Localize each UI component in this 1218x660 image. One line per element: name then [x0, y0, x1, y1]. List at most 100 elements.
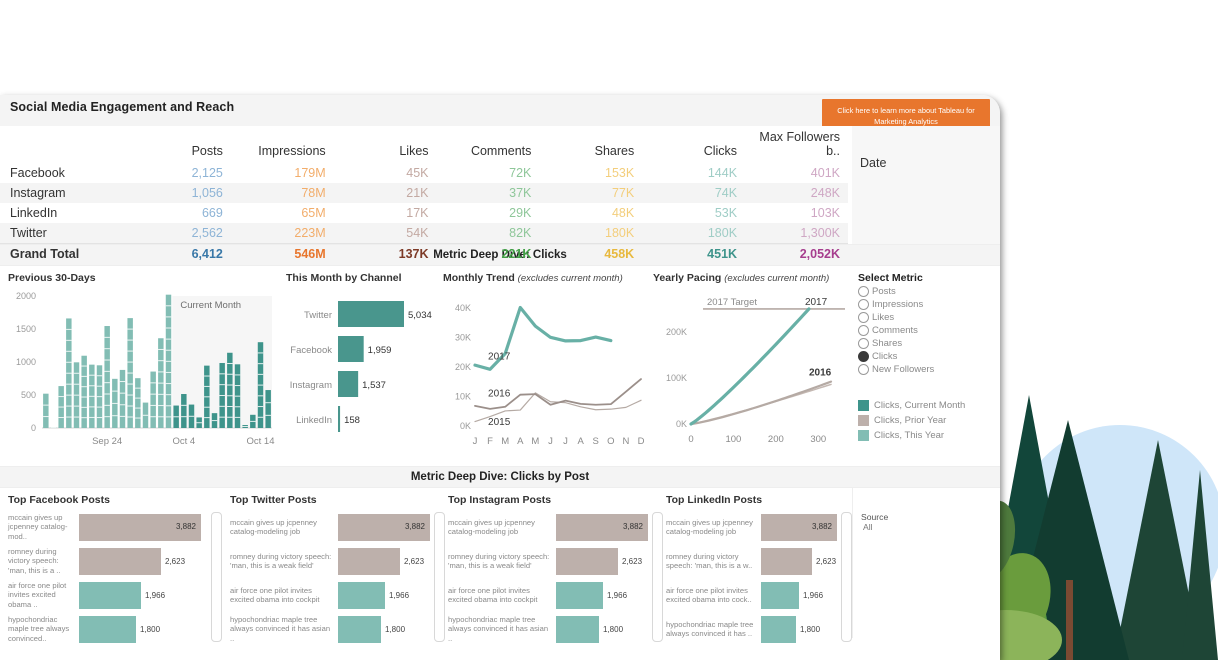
post-row[interactable]: romney during victory speech: 'man, this…	[666, 546, 837, 576]
post-row[interactable]: hypochondriac maple tree always convince…	[448, 614, 648, 644]
col-header-clicks[interactable]: Clicks	[642, 126, 745, 163]
col-header-posts[interactable]: Posts	[128, 126, 231, 163]
post-list-scrollbar[interactable]	[211, 512, 222, 642]
yearly-pacing-chart[interactable]: 0K 100K 200K 2017 Target 2017 2016 0 100 200 300	[653, 288, 853, 458]
post-bar[interactable]: 3,882	[338, 513, 430, 541]
post-text: hypochondriac maple tree always convince…	[230, 614, 331, 643]
post-bar[interactable]	[556, 615, 599, 643]
cell-posts: 1,056	[128, 183, 231, 203]
svg-text:2017: 2017	[805, 297, 828, 308]
post-row[interactable]: mccain gives up jcpenney catalog-modelin…	[448, 512, 648, 542]
legend-color-swatch	[858, 400, 869, 411]
post-row[interactable]: air force one pilot invites excited obam…	[230, 580, 430, 610]
table-row[interactable]: Twitter 2,562 223M 54K 82K 180K 180K 1,3…	[0, 223, 848, 244]
previous-30-days-chart[interactable]: Current Month 0 500 1000 1500 2000 Sep 24 Oct 4…	[8, 288, 276, 458]
source-filter[interactable]: Source All	[852, 488, 1000, 638]
col-header-likes[interactable]: Likes	[334, 126, 437, 163]
table-row[interactable]: LinkedIn 669 65M 17K 29K 48K 53K 103K	[0, 203, 848, 223]
metric-radio-impressions[interactable]: Impressions	[858, 298, 1000, 311]
top-facebook-posts-panel: Top Facebook Posts mccain gives up jcpen…	[0, 488, 222, 643]
post-bar[interactable]	[338, 615, 381, 643]
metric-radio-label: Posts	[872, 286, 896, 297]
legend-label: Clicks, Current Month	[874, 400, 966, 411]
post-row[interactable]: air force one pilot invites excited obam…	[666, 580, 837, 610]
post-bar[interactable]: 3,882	[79, 513, 201, 541]
svg-text:1,959: 1,959	[368, 345, 392, 356]
cell-likes: 137K	[333, 243, 437, 264]
col-header-impressions[interactable]: Impressions	[231, 126, 334, 163]
post-list-scrollbar[interactable]	[841, 512, 852, 642]
post-row[interactable]: romney during victory speech: 'man, this…	[8, 546, 207, 576]
svg-text:5,034: 5,034	[408, 310, 432, 321]
post-row[interactable]: air force one pilot invites excited obam…	[8, 580, 207, 610]
post-row[interactable]: mccain gives up jcpenney catalog-modelin…	[666, 512, 837, 542]
post-row[interactable]: hypochondriac maple tree always convince…	[8, 614, 207, 644]
table-row[interactable]: Instagram 1,056 78M 21K 37K 77K 74K 248K	[0, 183, 848, 203]
cell-impressions: 78M	[230, 183, 334, 203]
post-row[interactable]: mccain gives up jcpenney catalog-modelin…	[230, 512, 430, 542]
post-bar[interactable]	[556, 547, 618, 575]
metric-radio-shares[interactable]: Shares	[858, 337, 1000, 350]
legend-item[interactable]: Clicks, This Year	[858, 428, 1000, 443]
svg-text:40K: 40K	[455, 303, 471, 313]
metric-radio-new-followers[interactable]: New Followers	[858, 363, 1000, 376]
metric-radio-likes[interactable]: Likes	[858, 311, 1000, 324]
metric-radio-clicks[interactable]: Clicks	[858, 350, 1000, 363]
metric-radio-group[interactable]: Posts Impressions Likes Comments Shares Click…	[858, 285, 1000, 376]
legend-item[interactable]: Clicks, Current Month	[858, 398, 1000, 413]
chart-title-yearly-pacing: Yearly Pacing (excludes current month)	[653, 272, 846, 284]
post-row[interactable]: romney during victory speech: 'man, this…	[448, 546, 648, 576]
metric-radio-posts[interactable]: Posts	[858, 285, 1000, 298]
svg-text:500: 500	[21, 390, 36, 400]
cell-impressions: 546M	[230, 243, 334, 264]
svg-text:Facebook: Facebook	[290, 345, 332, 356]
post-value-label: 1,966	[389, 590, 410, 600]
post-row[interactable]: hypochondriac maple tree always convince…	[230, 614, 430, 644]
this-month-by-channel-chart[interactable]: Twitter 5,034 Facebook 1,959 Instagram 1,537 L…	[286, 288, 436, 453]
svg-text:30K: 30K	[455, 332, 471, 342]
svg-text:LinkedIn: LinkedIn	[296, 415, 332, 426]
post-bar[interactable]: 3,882	[761, 513, 837, 541]
post-bar[interactable]	[761, 581, 799, 609]
monthly-trend-chart[interactable]: 0K10K20K30K40K201720162015J F M A M J J A S O N D	[443, 288, 647, 458]
post-bar[interactable]	[79, 581, 141, 609]
col-header-max-followers[interactable]: Max Followers b..	[745, 126, 848, 163]
cell-posts: 2,125	[191, 166, 223, 180]
cell-clicks: 53K	[714, 206, 738, 220]
post-bar[interactable]	[761, 615, 796, 643]
top-posts-row: Top Facebook Posts mccain gives up jcpen…	[0, 488, 1000, 643]
svg-text:200: 200	[768, 434, 784, 445]
post-bar[interactable]	[338, 547, 400, 575]
col-header-shares[interactable]: Shares	[539, 126, 642, 163]
post-bar[interactable]	[556, 581, 603, 609]
post-bar[interactable]	[761, 547, 812, 575]
table-row-grand-total[interactable]: Grand Total 6,412 546M 137K 221K 458K 45…	[0, 243, 848, 264]
post-row[interactable]: air force one pilot invites excited obam…	[448, 580, 648, 610]
post-row[interactable]: hypochondriac maple tree always convince…	[666, 614, 837, 644]
post-bar[interactable]: 3,882	[556, 513, 648, 541]
table-row[interactable]: Facebook 2,125 179M 45K 72K 153K 144K 40…	[0, 163, 848, 183]
date-filter-column[interactable]: Date	[852, 126, 1000, 244]
post-bar[interactable]	[79, 547, 161, 575]
svg-text:0: 0	[688, 434, 693, 445]
tree-shape	[1114, 440, 1202, 660]
svg-text:0K: 0K	[460, 421, 471, 431]
svg-text:D: D	[638, 436, 645, 447]
post-bar[interactable]	[338, 581, 385, 609]
post-row[interactable]: romney during victory speech: 'man, this…	[230, 546, 430, 576]
tree-shape	[1182, 470, 1218, 660]
col-header-channel[interactable]	[0, 126, 128, 163]
post-list: mccain gives up jcpenney catalog-modelin…	[666, 512, 852, 648]
this-month-by-channel-panel: This Month by Channel Twitter 5,034 Facebo…	[278, 266, 435, 466]
col-header-comments[interactable]: Comments	[437, 126, 540, 163]
cell-comments: 82K	[436, 223, 540, 244]
post-row[interactable]: mccain gives up jcpenney catalog-mod.. 3,…	[8, 512, 207, 542]
post-bar[interactable]	[79, 615, 136, 643]
summary-table-region: Posts Impressions Likes Comments Shares …	[0, 126, 1000, 264]
kpi-table: Posts Impressions Likes Comments Shares …	[0, 126, 848, 264]
metric-radio-comments[interactable]: Comments	[858, 324, 1000, 337]
source-filter-value[interactable]: All	[861, 522, 1000, 532]
source-filter-label: Source	[861, 512, 889, 522]
legend-item[interactable]: Clicks, Prior Year	[858, 413, 1000, 428]
tableau-dashboard: Social Media Engagement and Reach Click …	[0, 95, 1000, 660]
